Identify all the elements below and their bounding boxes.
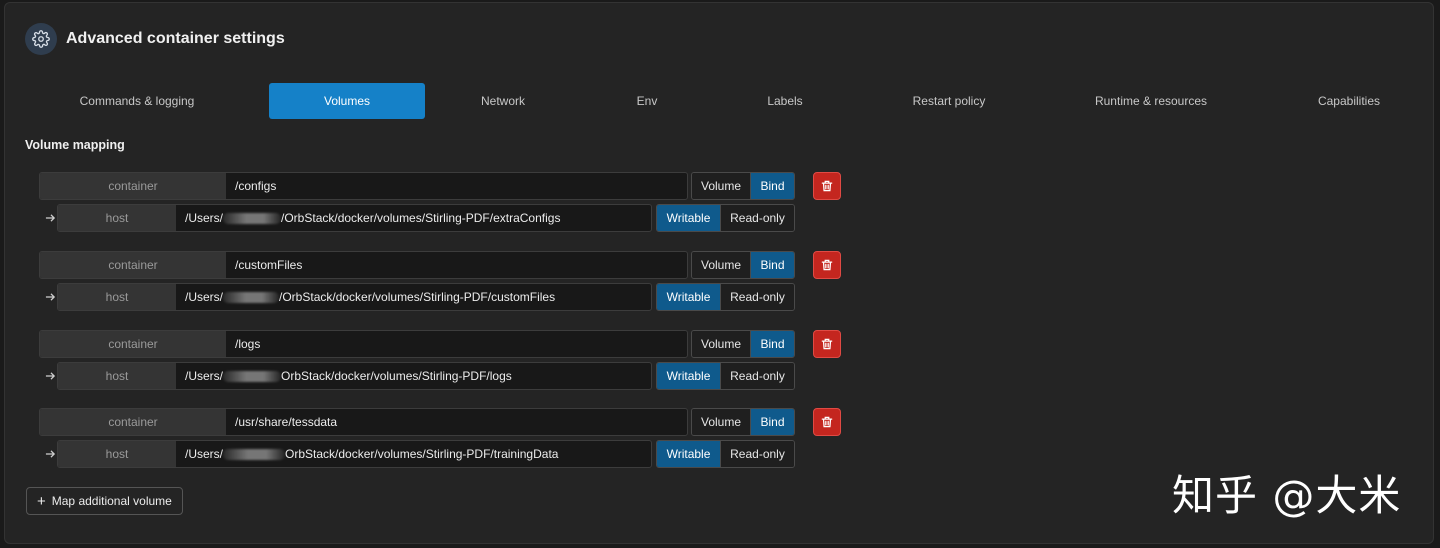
arrow-right-icon <box>45 440 57 468</box>
host-path-suffix: OrbStack/docker/volumes/Stirling-PDF/tra… <box>285 447 559 461</box>
tab-bar: Commands & logging Volumes Network Env L… <box>25 83 1415 119</box>
volume-option-button[interactable]: Volume <box>692 252 750 278</box>
volume-mapping-row: container /customFiles Volume Bind host … <box>5 251 1433 315</box>
trash-icon <box>821 416 833 428</box>
container-path-field[interactable]: container /logs <box>39 330 688 358</box>
tab-volumes[interactable]: Volumes <box>269 83 425 119</box>
delete-mapping-button[interactable] <box>813 251 841 279</box>
trash-icon <box>821 338 833 350</box>
volume-mapping-heading: Volume mapping <box>25 138 125 152</box>
host-path-value[interactable]: /Users/ /OrbStack/docker/volumes/Stirling… <box>176 284 651 310</box>
host-path-field[interactable]: host /Users/ /OrbStack/docker/volumes/Sti… <box>57 283 652 311</box>
host-tag: host <box>58 284 176 310</box>
access-mode-toggle: Writable Read-only <box>656 283 795 311</box>
container-tag: container <box>40 173 226 199</box>
writable-option-button[interactable]: Writable <box>657 441 720 467</box>
tab-labels[interactable]: Labels <box>713 83 857 119</box>
container-path-value[interactable]: /usr/share/tessdata <box>226 409 687 435</box>
host-path-prefix: /Users/ <box>185 211 224 225</box>
volume-option-button[interactable]: Volume <box>692 409 750 435</box>
host-path-suffix: /OrbStack/docker/volumes/Stirling-PDF/ex… <box>281 211 561 225</box>
arrow-right-icon <box>45 283 57 311</box>
volume-option-button[interactable]: Volume <box>692 173 750 199</box>
trash-icon <box>821 180 833 192</box>
arrow-right-icon <box>45 204 57 232</box>
tab-commands-logging[interactable]: Commands & logging <box>25 83 249 119</box>
plus-icon: + <box>37 492 46 510</box>
access-mode-toggle: Writable Read-only <box>656 440 795 468</box>
tab-runtime-resources[interactable]: Runtime & resources <box>1041 83 1261 119</box>
tab-env[interactable]: Env <box>581 83 713 119</box>
host-tag: host <box>58 441 176 467</box>
host-path-value[interactable]: /Users/OrbStack/docker/volumes/Stirling-… <box>176 441 651 467</box>
container-path-field[interactable]: container /usr/share/tessdata <box>39 408 688 436</box>
watermark: 知乎 @大米 <box>1172 471 1402 520</box>
delete-mapping-button[interactable] <box>813 408 841 436</box>
map-additional-volume-label: Map additional volume <box>51 494 172 508</box>
writable-option-button[interactable]: Writable <box>657 284 720 310</box>
container-path-field[interactable]: container /customFiles <box>39 251 688 279</box>
host-path-field[interactable]: host /Users/OrbStack/docker/volumes/Stir… <box>57 362 652 390</box>
tab-network[interactable]: Network <box>425 83 581 119</box>
redacted-username <box>223 370 282 382</box>
readonly-option-button[interactable]: Read-only <box>720 441 794 467</box>
container-tag: container <box>40 409 226 435</box>
host-path-prefix: /Users/ <box>185 369 224 383</box>
delete-mapping-button[interactable] <box>813 172 841 200</box>
container-path-value[interactable]: /logs <box>226 331 687 357</box>
readonly-option-button[interactable]: Read-only <box>720 205 794 231</box>
writable-option-button[interactable]: Writable <box>657 205 720 231</box>
host-path-prefix: /Users/ <box>185 447 224 461</box>
host-path-prefix: /Users/ <box>185 290 224 304</box>
redacted-username <box>223 448 286 460</box>
bind-option-button[interactable]: Bind <box>750 331 794 357</box>
mount-type-toggle: Volume Bind <box>691 330 795 358</box>
container-path-field[interactable]: container /configs <box>39 172 688 200</box>
mount-type-toggle: Volume Bind <box>691 408 795 436</box>
panel-header: Advanced container settings <box>25 23 285 55</box>
container-tag: container <box>40 252 226 278</box>
host-path-value[interactable]: /Users/ /OrbStack/docker/volumes/Stirling… <box>176 205 651 231</box>
volume-mapping-row: container /configs Volume Bind host /Use… <box>5 172 1433 236</box>
bind-option-button[interactable]: Bind <box>750 173 794 199</box>
trash-icon <box>821 259 833 271</box>
host-tag: host <box>58 363 176 389</box>
redacted-username <box>223 212 282 224</box>
volume-option-button[interactable]: Volume <box>692 331 750 357</box>
arrow-right-icon <box>45 362 57 390</box>
readonly-option-button[interactable]: Read-only <box>720 363 794 389</box>
mount-type-toggle: Volume Bind <box>691 172 795 200</box>
redacted-username <box>223 291 280 303</box>
panel-title: Advanced container settings <box>66 30 285 47</box>
writable-option-button[interactable]: Writable <box>657 363 720 389</box>
gear-icon <box>25 23 57 55</box>
host-tag: host <box>58 205 176 231</box>
container-path-value[interactable]: /customFiles <box>226 252 687 278</box>
bind-option-button[interactable]: Bind <box>750 252 794 278</box>
tab-capabilities[interactable]: Capabilities <box>1261 83 1437 119</box>
delete-mapping-button[interactable] <box>813 330 841 358</box>
host-path-value[interactable]: /Users/OrbStack/docker/volumes/Stirling-… <box>176 363 651 389</box>
host-path-field[interactable]: host /Users/ /OrbStack/docker/volumes/Sti… <box>57 204 652 232</box>
tab-restart-policy[interactable]: Restart policy <box>857 83 1041 119</box>
container-path-value[interactable]: /configs <box>226 173 687 199</box>
map-additional-volume-button[interactable]: + Map additional volume <box>26 487 183 515</box>
bind-option-button[interactable]: Bind <box>750 409 794 435</box>
volume-mapping-row: container /logs Volume Bind host /Users/… <box>5 330 1433 394</box>
host-path-suffix: OrbStack/docker/volumes/Stirling-PDF/log… <box>281 369 512 383</box>
host-path-field[interactable]: host /Users/OrbStack/docker/volumes/Stir… <box>57 440 652 468</box>
host-path-suffix: /OrbStack/docker/volumes/Stirling-PDF/cu… <box>279 290 556 304</box>
mount-type-toggle: Volume Bind <box>691 251 795 279</box>
container-tag: container <box>40 331 226 357</box>
access-mode-toggle: Writable Read-only <box>656 204 795 232</box>
readonly-option-button[interactable]: Read-only <box>720 284 794 310</box>
access-mode-toggle: Writable Read-only <box>656 362 795 390</box>
